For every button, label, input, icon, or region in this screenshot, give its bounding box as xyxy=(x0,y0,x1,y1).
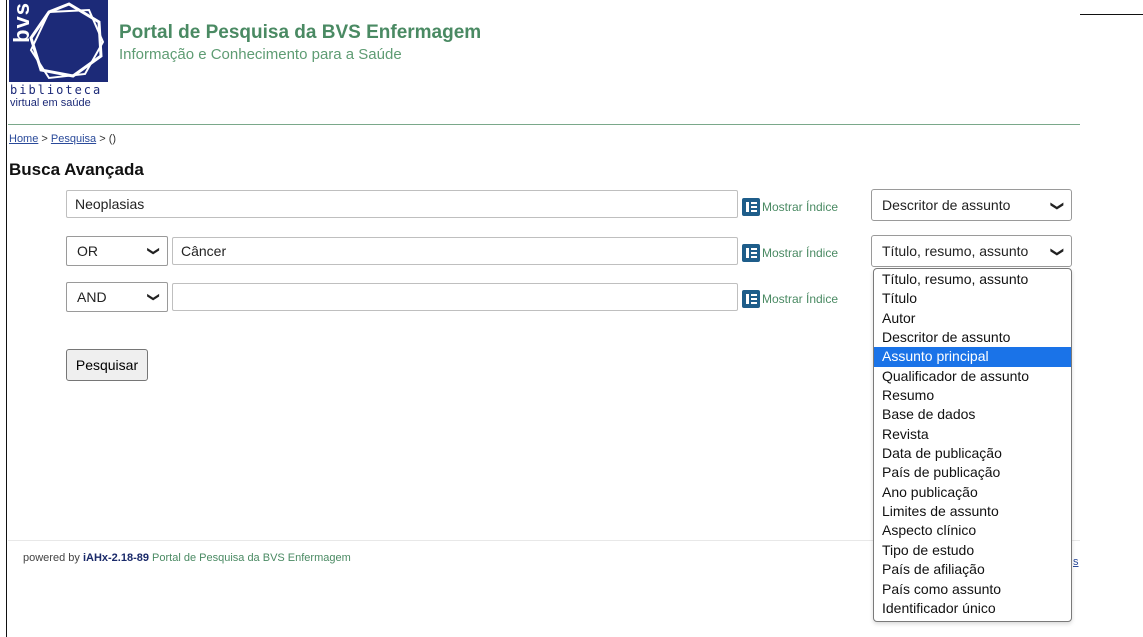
dropdown-option[interactable]: Base de dados xyxy=(874,405,1071,424)
index-icon xyxy=(742,244,760,262)
dropdown-option[interactable]: Identificador único xyxy=(874,599,1071,618)
chevron-down-icon: ❯ xyxy=(146,291,161,303)
dropdown-option[interactable]: Resumo xyxy=(874,386,1071,405)
page-title: Busca Avançada xyxy=(9,160,144,179)
footer: powered by iAHx-2.18-89 Portal de Pesqui… xyxy=(23,552,351,564)
dropdown-option[interactable]: Autor xyxy=(874,309,1071,328)
show-index-label: Mostrar Índice xyxy=(762,200,839,214)
dropdown-option[interactable]: Data de publicação xyxy=(874,444,1071,463)
dropdown-option[interactable]: Assunto principal xyxy=(874,347,1071,367)
chevron-down-icon: ❯ xyxy=(146,245,161,257)
field-select-value: Descritor de assunto xyxy=(882,197,1011,213)
dropdown-option[interactable]: Aspecto clínico xyxy=(874,521,1071,540)
window-frame-top xyxy=(1080,14,1143,15)
logo-text-subtitle: virtual em saúde xyxy=(10,97,91,109)
footer-powered-by: powered by xyxy=(23,552,80,564)
search-term-input-1[interactable] xyxy=(66,190,738,218)
show-index-link-1[interactable]: Mostrar Índice xyxy=(742,198,838,216)
dropdown-option[interactable]: Título xyxy=(874,289,1071,308)
header-divider xyxy=(8,124,1080,125)
breadcrumb-home-link[interactable]: Home xyxy=(9,133,38,145)
show-index-label: Mostrar Índice xyxy=(762,292,839,306)
index-icon xyxy=(742,198,760,216)
show-index-link-3[interactable]: Mostrar Índice xyxy=(742,290,838,308)
footer-portal-name: Portal de Pesquisa da BVS Enfermagem xyxy=(152,552,351,564)
chevron-down-icon: ❯ xyxy=(1050,246,1066,258)
dropdown-option[interactable]: Tipo de estudo xyxy=(874,541,1071,560)
field-select-1[interactable]: Descritor de assunto ❯ xyxy=(871,189,1072,221)
bvs-logo[interactable]: bvs biblioteca virtual em saúde xyxy=(9,0,109,118)
breadcrumb-current: () xyxy=(108,133,117,145)
operator-value: OR xyxy=(77,243,98,259)
operator-select-2[interactable]: OR ❯ xyxy=(66,236,168,266)
site-title: Portal de Pesquisa da BVS Enfermagem xyxy=(119,22,482,43)
field-dropdown-list[interactable]: Título, resumo, assunto Título Autor Descri… xyxy=(873,268,1072,622)
search-term-input-3[interactable] xyxy=(172,283,738,311)
dropdown-option[interactable]: País como assunto xyxy=(874,580,1071,599)
dropdown-option[interactable]: País de publicação xyxy=(874,463,1071,482)
window-frame-left xyxy=(6,0,7,637)
dropdown-option[interactable]: Limites de assunto xyxy=(874,502,1071,521)
logo-emblem: bvs xyxy=(9,0,108,82)
dropdown-option[interactable]: Descritor de assunto xyxy=(874,328,1071,347)
dropdown-option[interactable]: Qualificador de assunto xyxy=(874,367,1071,386)
logo-star-icon xyxy=(29,2,105,80)
show-index-link-2[interactable]: Mostrar Índice xyxy=(742,244,838,262)
footer-link-fragment[interactable]: s xyxy=(1073,556,1079,568)
dropdown-option[interactable]: Título, resumo, assunto xyxy=(874,270,1071,289)
field-select-value: Título, resumo, assunto xyxy=(882,243,1029,259)
breadcrumb-separator: > xyxy=(99,133,106,145)
logo-text-biblioteca: biblioteca xyxy=(10,83,103,97)
dropdown-option[interactable]: Ano publicação xyxy=(874,483,1071,502)
chevron-down-icon: ❯ xyxy=(1050,200,1066,212)
dropdown-option[interactable]: Revista xyxy=(874,425,1071,444)
operator-value: AND xyxy=(77,289,107,305)
dropdown-option[interactable]: País de afiliação xyxy=(874,560,1071,579)
index-icon xyxy=(742,290,760,308)
breadcrumb: Home > Pesquisa > () xyxy=(9,133,116,145)
search-term-input-2[interactable] xyxy=(172,237,738,265)
footer-version: iAHx-2.18-89 xyxy=(82,552,149,564)
site-subtitle: Informação e Conhecimento para a Saúde xyxy=(119,46,402,63)
show-index-label: Mostrar Índice xyxy=(762,246,839,260)
search-button[interactable]: Pesquisar xyxy=(66,349,148,381)
operator-select-3[interactable]: AND ❯ xyxy=(66,282,168,312)
breadcrumb-separator: > xyxy=(41,133,48,145)
breadcrumb-search-link[interactable]: Pesquisa xyxy=(51,133,96,145)
field-select-2[interactable]: Título, resumo, assunto ❯ xyxy=(871,235,1072,267)
